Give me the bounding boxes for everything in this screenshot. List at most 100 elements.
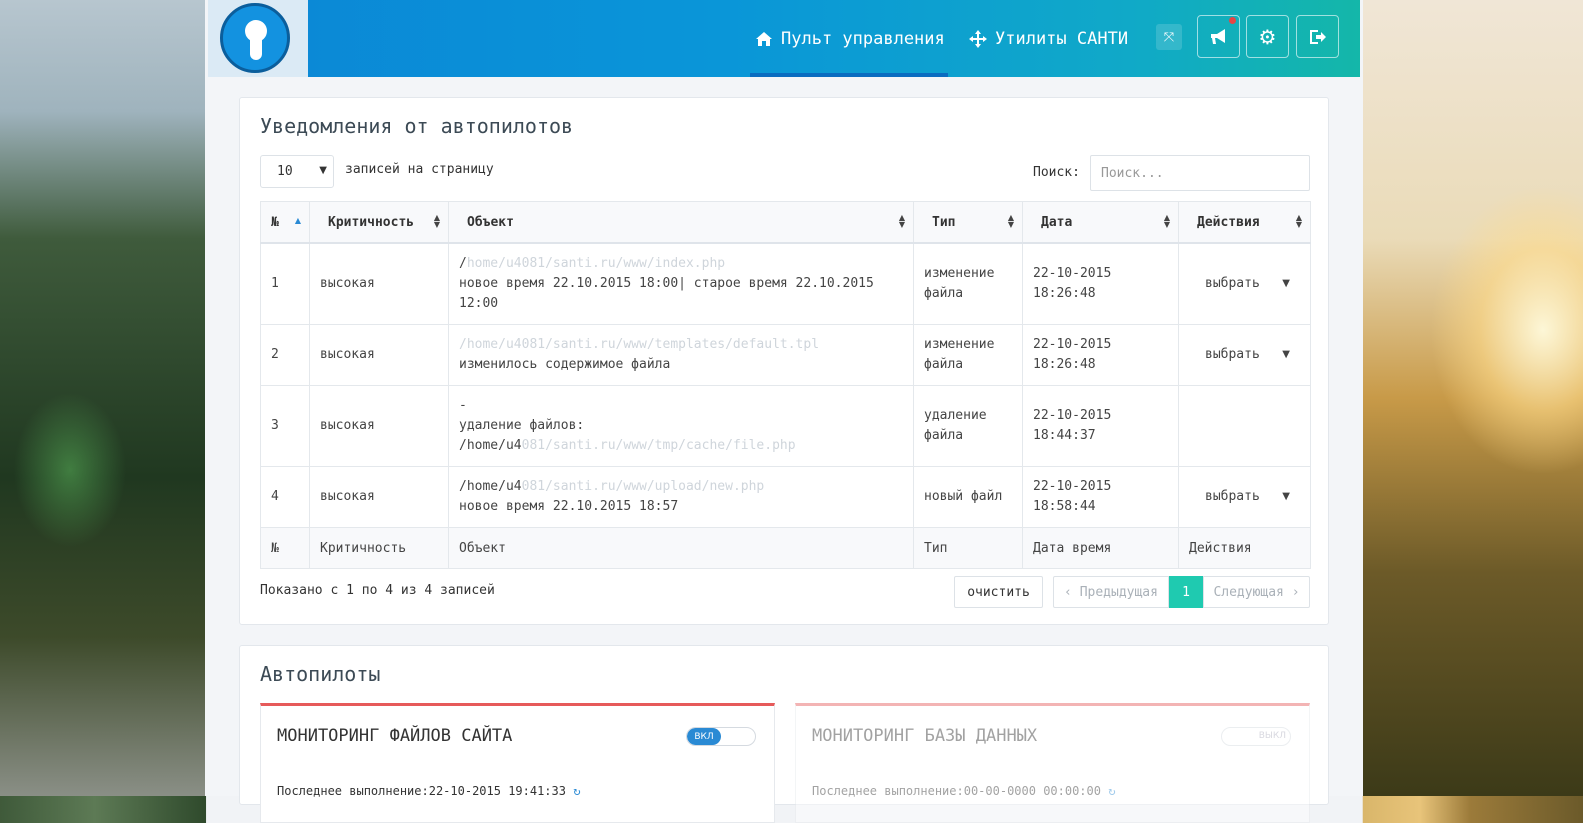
logout-button[interactable] xyxy=(1296,15,1339,58)
table-info: Показано с 1 по 4 из 4 записей xyxy=(260,583,495,598)
cell-severity: высокая xyxy=(309,242,449,325)
logout-icon xyxy=(1309,29,1326,44)
nav-utilities-label: Утилиты САНТИ xyxy=(995,28,1129,49)
cell-object: /home/u4081/santi.ru/www/upload/new.php … xyxy=(448,466,914,528)
cell-num: 4 xyxy=(260,466,310,528)
toggle-off-label: ВЫКЛ xyxy=(1258,731,1286,741)
cell-num: 2 xyxy=(260,324,310,386)
sort-icon: ▲ ▼ xyxy=(1007,213,1014,229)
page-length-label: записей на страницу xyxy=(345,162,494,177)
search-input[interactable] xyxy=(1090,155,1310,191)
cell-type: удаление файла xyxy=(913,385,1023,467)
redacted-path: /home/u4081/santi.ru/www/templates/defau… xyxy=(459,337,820,352)
cell-severity: высокая xyxy=(309,385,449,467)
cell-type: изменение файла xyxy=(913,324,1023,386)
sort-icon: ▲ ▼ xyxy=(1163,213,1170,229)
column-header-object[interactable]: Объект ▲ ▼ xyxy=(448,201,914,244)
nav-utilities[interactable]: Утилиты САНТИ xyxy=(969,0,1128,77)
panel-title: Автопилоты xyxy=(260,662,381,686)
autopilot-toggle[interactable]: ВЫКЛ xyxy=(1221,727,1291,746)
cell-num: 3 xyxy=(260,385,310,467)
footer-object: Объект xyxy=(448,527,914,569)
chevron-left-icon: ‹ xyxy=(1064,584,1080,600)
background-left xyxy=(0,0,205,796)
notifications-panel: Уведомления от автопилотов 10 ▼ записей … xyxy=(239,97,1329,625)
notifications-table: № ▲ Критичность ▲ ▼ Объект ▲ ▼ Тип ▲ ▼ Дата ▲ ▼ Д… xyxy=(260,201,1311,569)
footer-actions: Действия xyxy=(1178,527,1311,569)
footer-type: Тип xyxy=(913,527,1023,569)
column-header-severity[interactable]: Критичность ▲ ▼ xyxy=(309,201,449,244)
footer-num: № xyxy=(260,527,310,569)
action-select[interactable]: выбрать ▼ xyxy=(1189,345,1300,365)
card-title: МОНИТОРИНГ БАЗЫ ДАННЫХ xyxy=(812,726,1038,746)
cell-object: /home/u4081/santi.ru/www/index.php новое… xyxy=(448,242,914,325)
page-length-value: 10 xyxy=(277,164,293,179)
sort-icon: ▲ ▼ xyxy=(898,213,905,229)
cell-action xyxy=(1178,385,1311,467)
column-header-type[interactable]: Тип ▲ ▼ xyxy=(913,201,1023,244)
keyhole-logo-icon xyxy=(220,3,290,73)
table-row: 4 высокая /home/u4081/santi.ru/www/uploa… xyxy=(260,466,1311,528)
cell-severity: высокая xyxy=(309,466,449,528)
action-select[interactable]: выбрать ▼ xyxy=(1189,487,1300,507)
top-header: Пульт управления Утилиты САНТИ ⤧ ⚙ xyxy=(208,0,1360,77)
autopilot-card-database: МОНИТОРИНГ БАЗЫ ДАННЫХ ВЫКЛ Последнее вы… xyxy=(795,703,1310,823)
background-right xyxy=(1363,0,1583,796)
page-container: Пульт управления Утилиты САНТИ ⤧ ⚙ Уведо… xyxy=(205,0,1363,823)
cell-object: - удаление файлов: /home/u4081/santi.ru/… xyxy=(448,385,914,467)
redacted-path: 081/santi.ru/www/upload/new.php xyxy=(521,479,765,494)
column-header-num[interactable]: № ▲ xyxy=(260,201,310,244)
panel-title: Уведомления от автопилотов xyxy=(260,114,574,138)
sort-icon: ▲ ▼ xyxy=(1295,213,1302,229)
next-page-button[interactable]: Следующая › xyxy=(1203,576,1310,608)
clear-button[interactable]: очистить xyxy=(954,576,1043,608)
cell-action: выбрать ▼ xyxy=(1178,242,1311,325)
cell-severity: высокая xyxy=(309,324,449,386)
footer-severity: Критичность xyxy=(309,527,449,569)
cell-date: 22-10-2015 18:26:48 xyxy=(1022,242,1179,325)
table-row: 2 высокая /home/u4081/santi.ru/www/templ… xyxy=(260,324,1311,386)
chevron-right-icon: › xyxy=(1283,584,1300,600)
redacted-path: home/u4081/santi.ru/www/index.php xyxy=(466,256,726,271)
sort-icon: ▲ ▼ xyxy=(433,213,440,229)
notification-dot xyxy=(1229,17,1236,24)
nav-dashboard[interactable]: Пульт управления xyxy=(755,0,945,77)
cell-date: 22-10-2015 18:44:37 xyxy=(1022,385,1179,467)
home-icon xyxy=(756,31,772,46)
nav-active-indicator xyxy=(750,73,948,77)
cell-date: 22-10-2015 18:58:44 xyxy=(1022,466,1179,528)
card-title: МОНИТОРИНГ ФАЙЛОВ САЙТА xyxy=(277,726,513,746)
cell-num: 1 xyxy=(260,242,310,325)
move-icon xyxy=(969,29,987,48)
pagination: ‹ Предыдущая 1 Следующая › xyxy=(1053,576,1310,608)
megaphone-icon xyxy=(1210,28,1225,44)
table-header-row: № ▲ Критичность ▲ ▼ Объект ▲ ▼ Тип ▲ ▼ Дата ▲ ▼ Д… xyxy=(260,201,1311,244)
logo[interactable] xyxy=(208,0,308,77)
autopilot-card-files: МОНИТОРИНГ ФАЙЛОВ САЙТА ВКЛ Последнее вы… xyxy=(260,703,775,823)
action-select[interactable]: выбрать ▼ xyxy=(1189,274,1300,294)
autopilot-toggle[interactable]: ВКЛ xyxy=(686,727,756,746)
prev-page-button[interactable]: ‹ Предыдущая xyxy=(1053,576,1169,608)
page-number-button[interactable]: 1 xyxy=(1169,576,1203,608)
gears-icon: ⚙ xyxy=(1258,24,1277,49)
footer-date: Дата время xyxy=(1022,527,1179,569)
caret-down-icon: ▼ xyxy=(1282,278,1290,289)
column-header-date[interactable]: Дата ▲ ▼ xyxy=(1022,201,1179,244)
table-row: 3 высокая - удаление файлов: /home/u4081… xyxy=(260,385,1311,467)
expand-icon[interactable]: ⤧ xyxy=(1156,24,1182,50)
cell-type: новый файл xyxy=(913,466,1023,528)
redacted-path: 081/santi.ru/www/tmp/cache/file.php xyxy=(521,438,796,453)
cell-date: 22-10-2015 18:26:48 xyxy=(1022,324,1179,386)
cell-type: изменение файла xyxy=(913,242,1023,325)
table-row: 1 высокая /home/u4081/santi.ru/www/index… xyxy=(260,242,1311,325)
notifications-button[interactable] xyxy=(1197,15,1240,58)
page-length-select[interactable]: 10 ▼ xyxy=(260,155,334,188)
caret-down-icon: ▼ xyxy=(1282,491,1290,502)
settings-button[interactable]: ⚙ xyxy=(1246,15,1289,58)
cell-object: /home/u4081/santi.ru/www/templates/defau… xyxy=(448,324,914,386)
cell-action: выбрать ▼ xyxy=(1178,466,1311,528)
cell-action: выбрать ▼ xyxy=(1178,324,1311,386)
sort-asc-icon: ▲ xyxy=(294,216,301,225)
autopilots-panel: Автопилоты МОНИТОРИНГ ФАЙЛОВ САЙТА ВКЛ П… xyxy=(239,645,1329,823)
column-header-actions[interactable]: Действия ▲ ▼ xyxy=(1178,201,1311,244)
